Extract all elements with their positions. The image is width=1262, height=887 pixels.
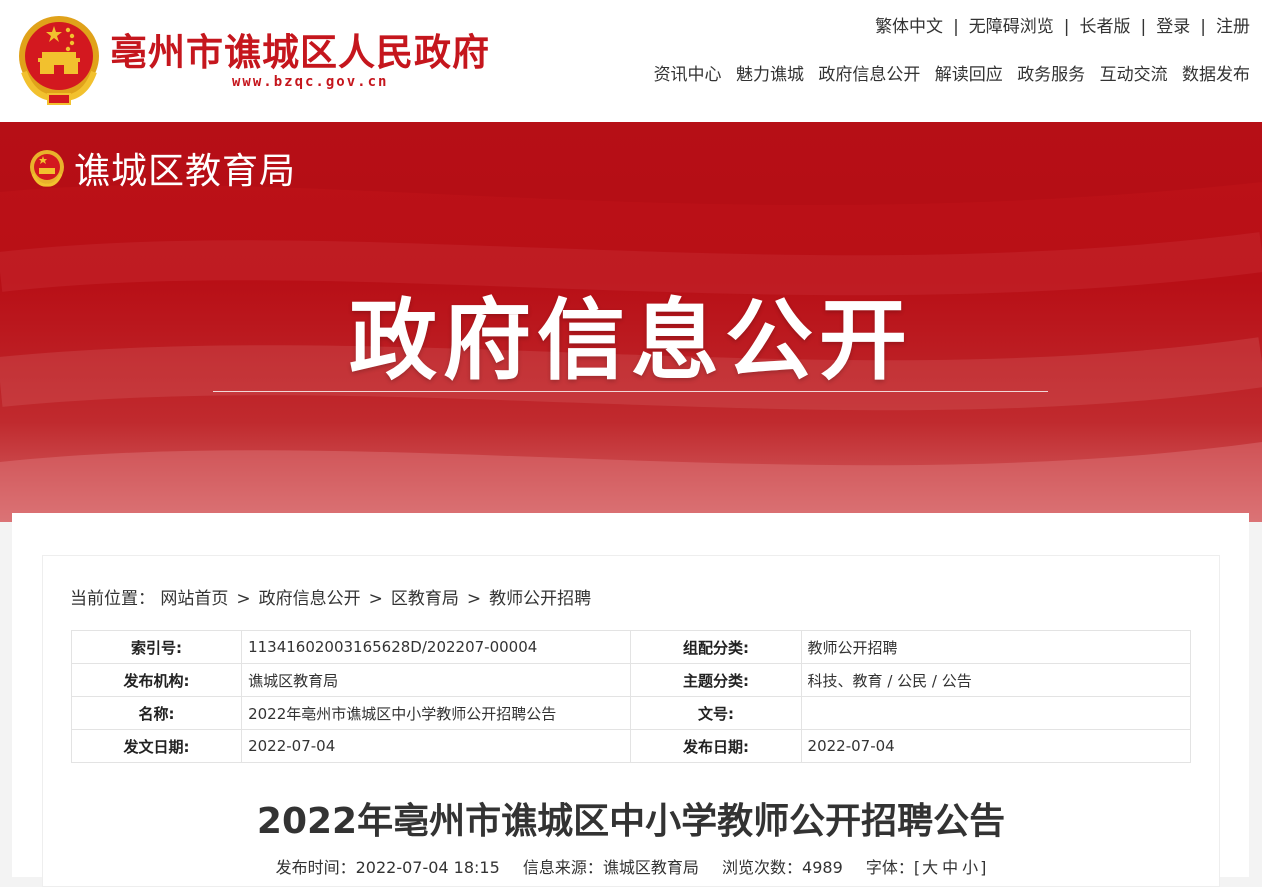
department-emblem-icon [30, 150, 64, 187]
breadcrumb-gov-info[interactable]: 政府信息公开 [259, 589, 361, 609]
utility-elder-version[interactable]: 长者版 [1080, 17, 1131, 37]
breadcrumb-separator: > [236, 589, 251, 609]
utility-traditional-chinese[interactable]: 繁体中文 [875, 17, 943, 37]
banner-title: 政府信息公开 [348, 289, 913, 392]
banner-divider [213, 391, 1048, 392]
breadcrumb-separator: > [466, 589, 482, 609]
site-name[interactable]: 亳州市谯城区人民政府 [110, 22, 490, 76]
meta-value: 2022-07-04 [800, 729, 1192, 763]
site-header: 亳州市谯城区人民政府 www.bzqc.gov.cn 繁体中文 | 无障碍浏览 | 长者… [0, 0, 1262, 122]
nav-services[interactable]: 政务服务 [1017, 65, 1085, 85]
department-header: 谯城区教育局 [28, 142, 296, 194]
utility-register[interactable]: 注册 [1216, 17, 1250, 37]
meta-key: 名称: [70, 696, 243, 730]
meta-value: 谯城区教育局 [241, 663, 632, 697]
breadcrumb-teacher-recruitment[interactable]: 教师公开招聘 [489, 589, 591, 609]
separator: | [953, 17, 959, 37]
breadcrumb-separator: > [368, 589, 383, 609]
meta-key: 文号: [630, 696, 802, 730]
meta-value: 2022年亳州市谯城区中小学教师公开招聘公告 [241, 696, 632, 730]
table-row: 名称: 2022年亳州市谯城区中小学教师公开招聘公告 文号: [70, 696, 1192, 730]
font-size-label: 字体： [865, 858, 914, 877]
meta-value: 教师公开招聘 [800, 630, 1192, 664]
meta-key: 发布机构: [70, 663, 243, 697]
banner: 谯城区教育局 政府信息公开 [0, 122, 1262, 522]
font-size-small-button[interactable]: 小 [962, 858, 978, 877]
font-size-medium-button[interactable]: 中 [942, 858, 958, 877]
breadcrumb-home[interactable]: 网站首页 [160, 589, 228, 609]
meta-value: 2022-07-04 [241, 729, 632, 763]
nav-interaction[interactable]: 互动交流 [1100, 65, 1168, 85]
view-count: 4989 [802, 858, 843, 877]
meta-key: 主题分类: [630, 663, 802, 697]
utility-links: 繁体中文 | 无障碍浏览 | 长者版 | 登录 | 注册 [875, 12, 1250, 37]
content-card: 当前位置： 网站首页 > 政府信息公开 > 区教育局 > 教师公开招聘 索引号: 11341… [12, 513, 1249, 887]
utility-accessibility[interactable]: 无障碍浏览 [969, 17, 1054, 37]
meta-value: 11341602003165628D/202207-00004 [241, 630, 632, 664]
nav-gov-info[interactable]: 政府信息公开 [818, 65, 920, 85]
publish-time: 2022-07-04 18:15 [355, 858, 500, 877]
meta-key: 发布日期: [630, 729, 802, 763]
department-name[interactable]: 谯城区教育局 [74, 142, 296, 194]
nav-data[interactable]: 数据发布 [1182, 65, 1250, 85]
nav-charm[interactable]: 魅力谯城 [736, 65, 804, 85]
article-title: 2022年亳州市谯城区中小学教师公开招聘公告 [256, 801, 1006, 842]
table-row: 发布机构: 谯城区教育局 主题分类: 科技、教育 / 公民 / 公告 [70, 663, 1192, 697]
font-bracket-open: [ [913, 858, 921, 877]
article-container: 当前位置： 网站首页 > 政府信息公开 > 区教育局 > 教师公开招聘 索引号: 11341… [42, 555, 1220, 887]
metadata-table: 索引号: 11341602003165628D/202207-00004 组配分… [70, 630, 1192, 763]
article-info: 发布时间：2022-07-04 18:15 信息来源：谯城区教育局 浏览次数：4… [43, 854, 1219, 878]
publish-time-label: 发布时间： [275, 858, 356, 877]
meta-key: 组配分类: [630, 630, 802, 664]
font-bracket-close: ] [980, 858, 987, 877]
separator: | [1140, 17, 1147, 37]
meta-value: 科技、教育 / 公民 / 公告 [800, 663, 1192, 697]
breadcrumb: 当前位置： 网站首页 > 政府信息公开 > 区教育局 > 教师公开招聘 [70, 584, 591, 609]
views-label: 浏览次数： [722, 858, 803, 877]
utility-login[interactable]: 登录 [1156, 17, 1190, 37]
breadcrumb-edu-bureau[interactable]: 区教育局 [391, 589, 459, 609]
meta-key: 索引号: [70, 630, 243, 664]
source-label: 信息来源： [522, 858, 603, 877]
font-size-large-button[interactable]: 大 [922, 858, 938, 877]
main-nav: 资讯中心 魅力谯城 政府信息公开 解读回应 政务服务 互动交流 数据发布 [645, 60, 1250, 85]
table-row: 索引号: 11341602003165628D/202207-00004 组配分… [70, 630, 1192, 664]
meta-key: 发文日期: [70, 729, 243, 763]
site-url[interactable]: www.bzqc.gov.cn [232, 74, 388, 90]
meta-value [800, 696, 1192, 730]
breadcrumb-label: 当前位置： [70, 589, 155, 609]
nav-interpretation[interactable]: 解读回应 [935, 65, 1003, 85]
separator: | [1200, 17, 1206, 37]
nav-news[interactable]: 资讯中心 [654, 65, 722, 85]
source: 谯城区教育局 [602, 858, 699, 877]
table-row: 发文日期: 2022-07-04 发布日期: 2022-07-04 [70, 729, 1192, 763]
national-emblem-icon [19, 16, 99, 105]
separator: | [1063, 17, 1070, 37]
